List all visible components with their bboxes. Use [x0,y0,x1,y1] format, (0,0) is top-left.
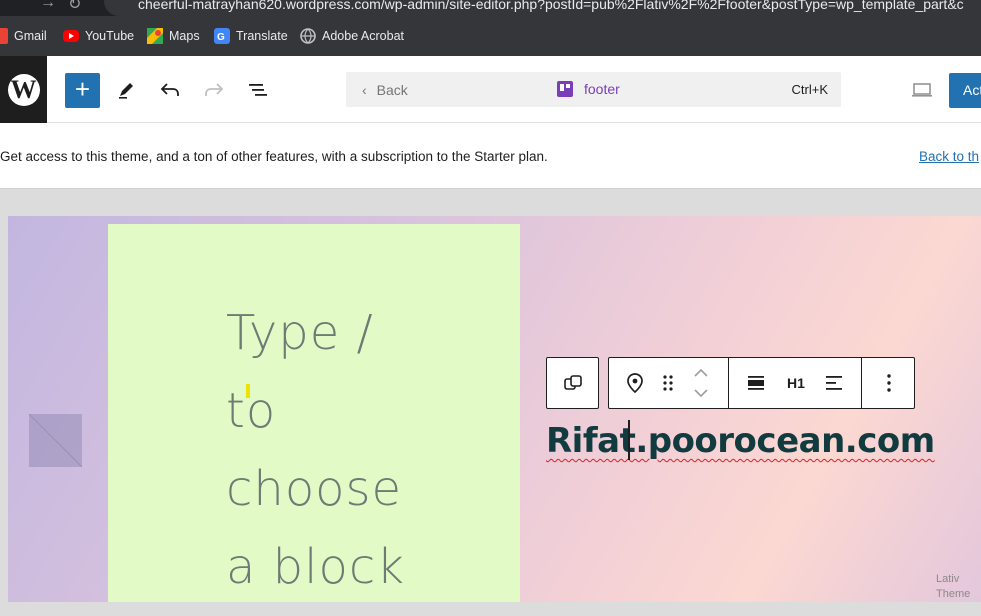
forward-icon[interactable]: → [40,0,56,12]
text-align-button[interactable] [821,358,847,408]
undo-icon [160,83,179,96]
bookmarks-bar: Gmail YouTube Maps G Translate Adobe Acr… [0,16,981,56]
activate-button[interactable]: Act [949,73,981,108]
placeholder-diagonal-icon [29,414,82,467]
svg-text:G: G [217,32,225,43]
redo-icon [205,83,224,96]
url-text[interactable]: cheerful-matrayhan620.wordpress.com/wp-a… [138,0,964,12]
block-toolbar: H1 [608,357,915,409]
back-button[interactable]: ‹ Back [362,82,408,98]
keyboard-shortcut: Ctrl+K [791,82,828,97]
list-view-icon [249,84,267,96]
wordpress-logo-button[interactable]: W [0,56,47,123]
bookmark-translate[interactable]: G Translate [214,28,288,44]
pencil-icon [119,83,133,99]
heading-level-button[interactable]: H1 [782,358,810,408]
reload-icon[interactable]: ↻ [68,0,81,14]
maps-icon [147,28,163,44]
align-wide-icon [748,376,764,390]
toolbar-separator [728,358,729,408]
notice-text: Get access to this theme, and a ton of o… [0,149,548,164]
bookmark-maps[interactable]: Maps [147,28,200,44]
browser-titlebar: → ↻ cheerful-matrayhan620.wordpress.com/… [0,0,981,16]
block-transform-icon [563,375,582,390]
align-left-icon [826,376,842,390]
plus-icon: + [74,74,91,104]
block-switcher-button[interactable] [546,357,599,409]
upgrade-notice: Get access to this theme, and a ton of o… [0,123,981,189]
editor-toolbar: W + ‹ Back footer Ctrl+K Act [0,56,981,123]
youtube-icon [63,30,79,42]
bookmark-youtube[interactable]: YouTube [63,28,134,44]
theme-credit: Lativ Theme [936,573,971,600]
move-up-down-buttons[interactable] [689,358,713,408]
site-heading[interactable]: Rifat.poorocean.com [546,421,935,461]
laptop-icon [912,83,932,97]
drag-handle-icon [663,375,673,391]
group-block[interactable]: Type / to choose a block [108,224,520,602]
translate-icon: G [214,28,230,44]
chevron-up-down-icon [694,368,708,398]
paragraph-placeholder[interactable]: Type / to choose a block [226,294,405,602]
editor-canvas[interactable]: Type / to choose a block H1 Rifat.pooroc… [8,216,981,602]
location-pin-icon [627,373,643,394]
tools-button[interactable] [113,77,139,103]
text-caret [628,420,630,460]
drag-handle[interactable] [659,358,677,408]
more-vertical-icon [887,374,891,392]
chevron-left-icon: ‹ [362,82,367,98]
toolbar-separator [861,358,862,408]
template-part-icon [557,81,573,97]
gmail-icon [0,28,8,44]
wordpress-icon: W [7,73,40,106]
document-title[interactable]: footer [556,80,620,98]
device-preview-button[interactable] [909,77,935,103]
bookmark-gmail[interactable]: Gmail [0,28,47,44]
back-to-themes-link[interactable]: Back to th [919,149,979,164]
document-overview-button[interactable] [245,77,271,103]
globe-icon [300,28,316,44]
text-cursor-marker [246,384,250,398]
options-button[interactable] [877,358,901,408]
undo-button[interactable] [157,77,183,103]
image-placeholder[interactable] [29,414,82,467]
redo-button[interactable] [201,77,227,103]
command-center[interactable]: ‹ Back footer Ctrl+K [346,72,841,107]
align-button[interactable] [743,358,769,408]
block-inserter-button[interactable]: + [65,73,100,108]
select-parent-button[interactable] [623,358,647,408]
bookmark-adobe-acrobat[interactable]: Adobe Acrobat [300,28,404,44]
